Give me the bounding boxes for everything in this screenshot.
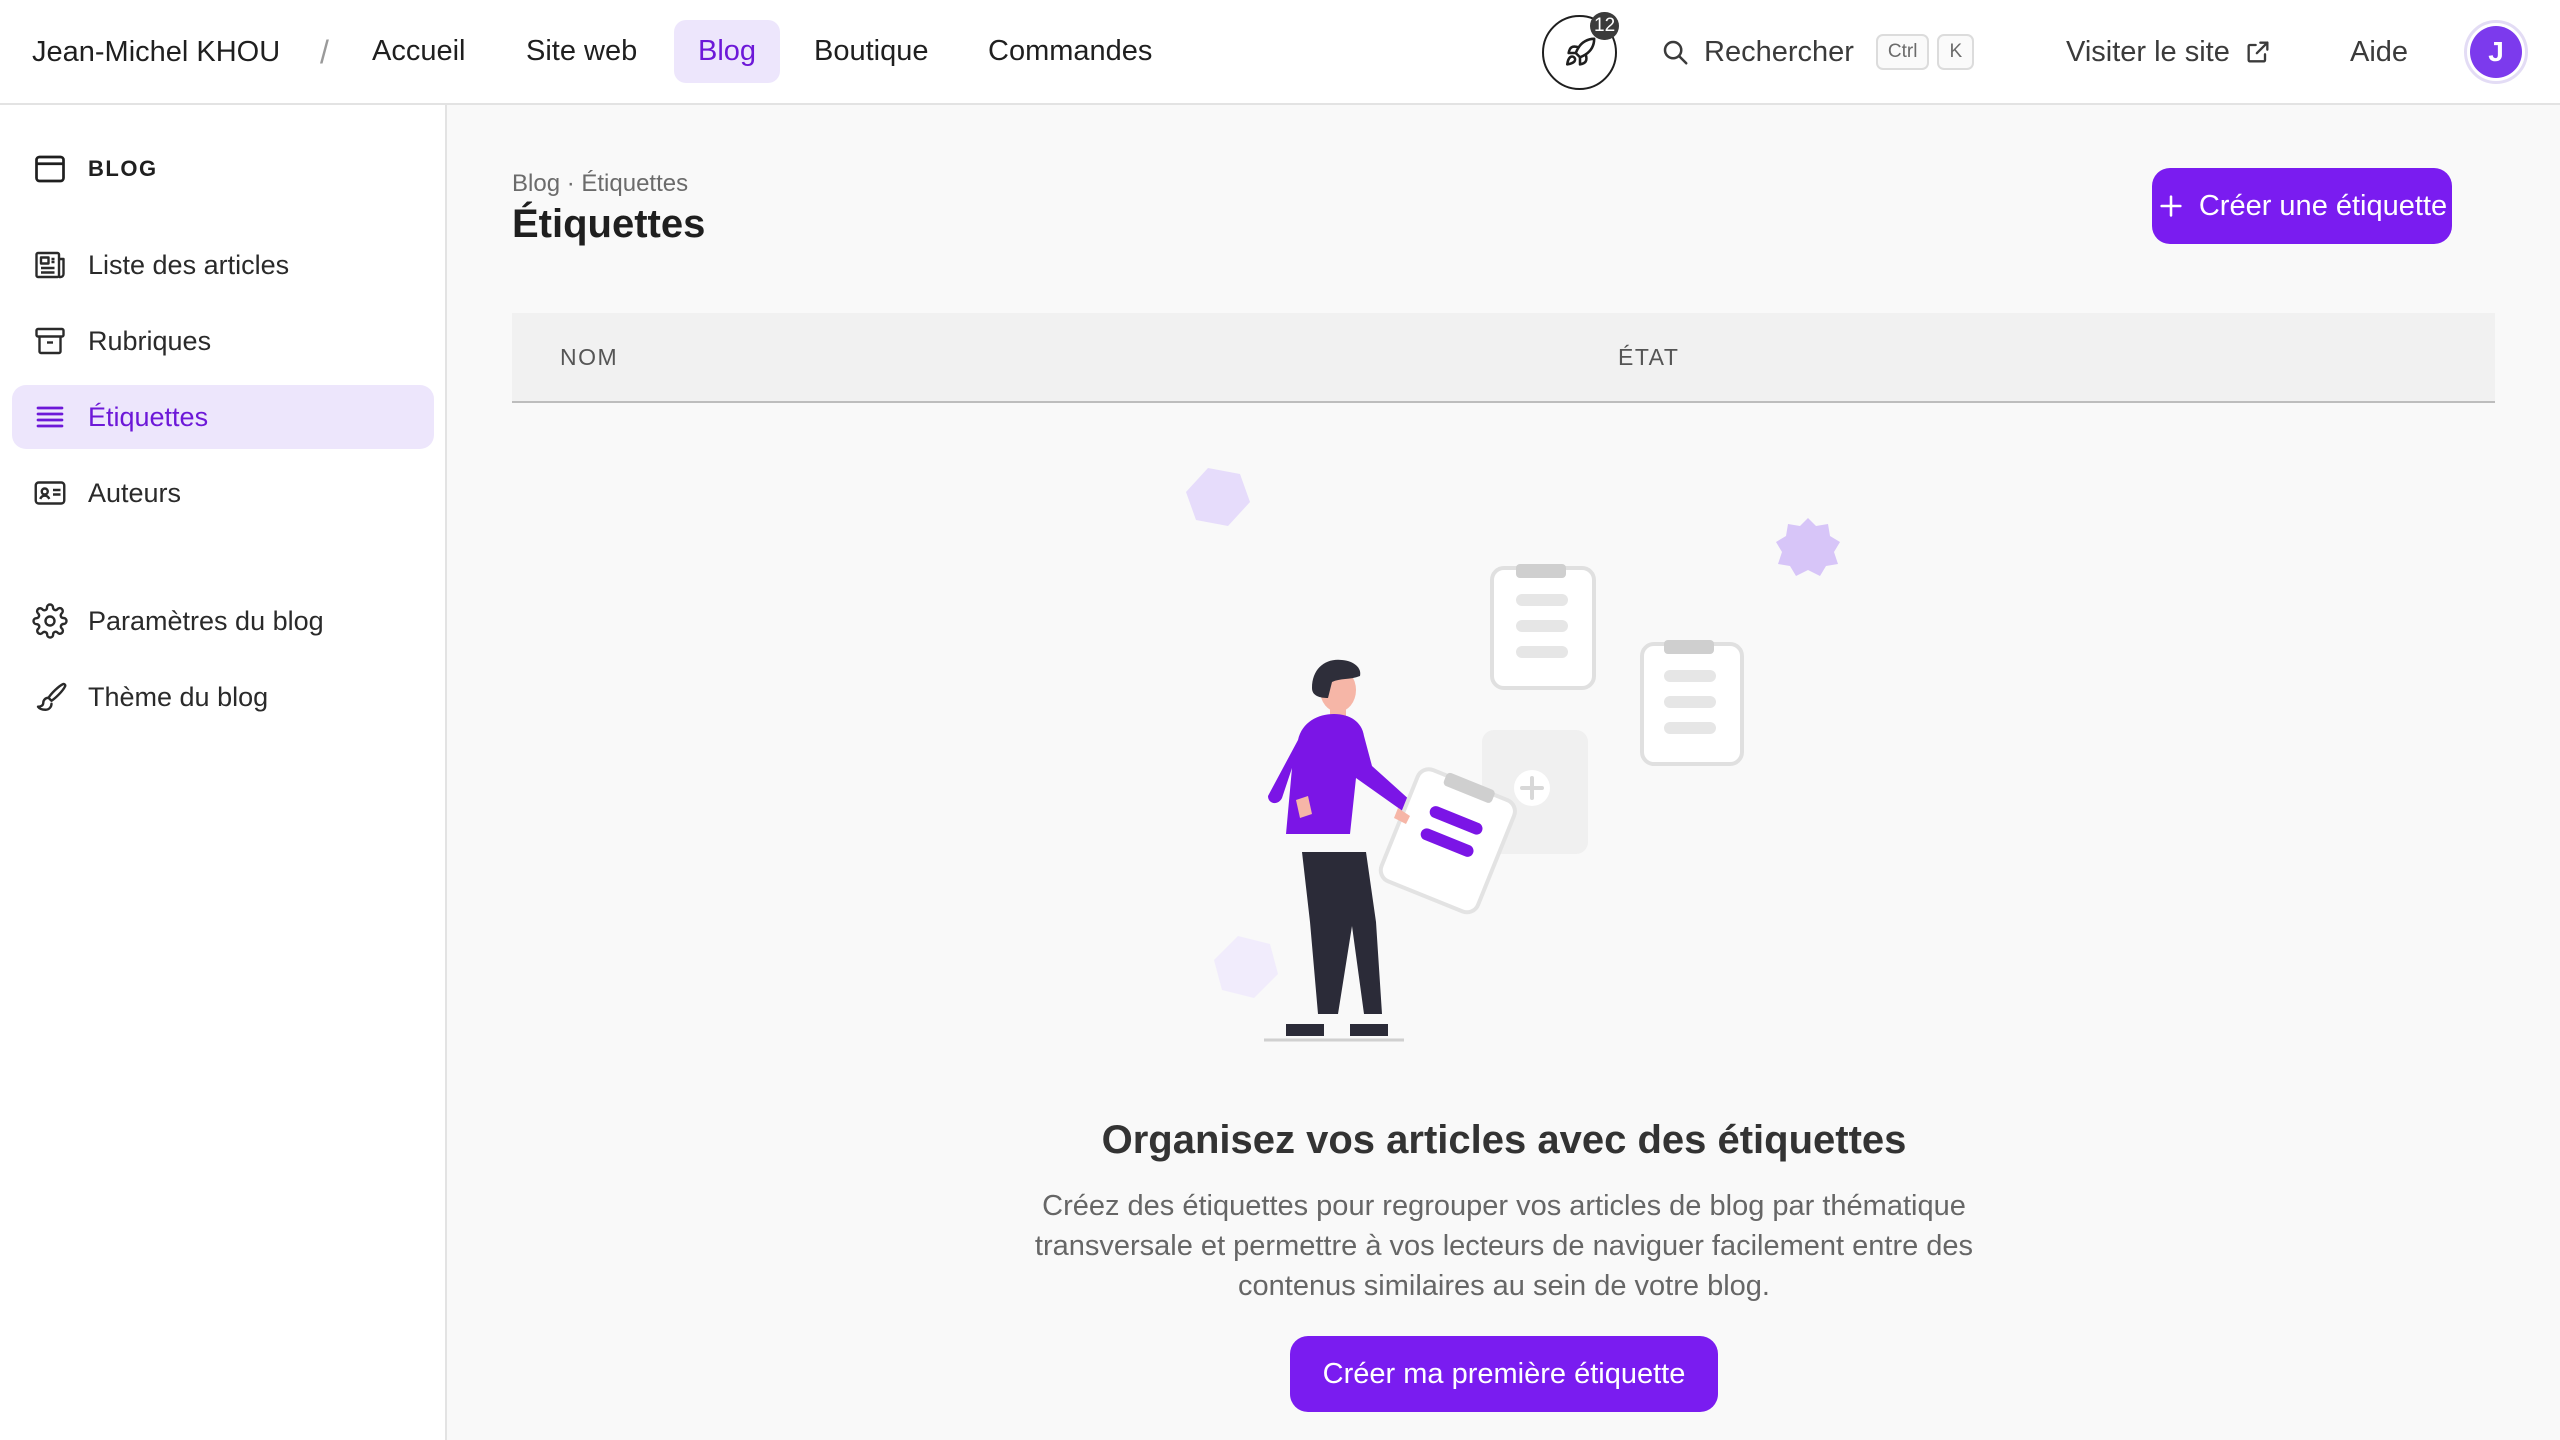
search-label: Rechercher — [1704, 35, 1854, 68]
nav-website[interactable]: Site web — [502, 20, 661, 83]
hexagon-shape — [1214, 936, 1278, 998]
visit-site-label: Visiter le site — [2066, 35, 2230, 68]
column-header-status[interactable]: ÉTAT — [1618, 313, 1679, 401]
external-link-icon — [2247, 41, 2269, 63]
visit-site-link[interactable]: Visiter le site — [2066, 28, 2272, 76]
empty-state-title: Organisez vos articles avec des étiquett… — [1101, 1118, 1907, 1162]
empty-state-illustration — [1186, 468, 1840, 1042]
sidebar-section-header: BLOG — [32, 151, 158, 187]
create-tag-label: Créer une étiquette — [2198, 189, 2448, 222]
nav-blog[interactable]: Blog — [674, 20, 781, 83]
avatar-initial: J — [2470, 26, 2522, 78]
sidebar-item-label: Auteurs — [88, 477, 182, 508]
clipboard-shape — [1490, 564, 1596, 690]
shortcut-key-ctrl: Ctrl — [1875, 34, 1930, 70]
id-card-icon — [34, 481, 66, 505]
list-lines-icon — [36, 406, 64, 428]
newspaper-icon — [35, 251, 65, 279]
badge-shape — [1776, 518, 1840, 576]
nav-orders[interactable]: Commandes — [964, 20, 1176, 83]
sidebar-item-label: Rubriques — [88, 325, 212, 356]
avatar[interactable]: J — [2464, 20, 2528, 84]
sidebar-item-tags[interactable]: Étiquettes — [12, 385, 434, 449]
breadcrumb-separator: / — [320, 34, 329, 70]
table-header: NOM ÉTAT — [512, 313, 2495, 403]
search-icon — [1663, 40, 1688, 65]
create-tag-button[interactable]: Créer une étiquette — [2152, 168, 2452, 244]
sidebar-item-blog-settings[interactable]: Paramètres du blog — [12, 589, 434, 653]
shortcut-key-k: K — [1937, 34, 1975, 70]
notification-badge: 12 — [1590, 12, 1620, 40]
nav-shop[interactable]: Boutique — [790, 20, 953, 83]
column-header-name[interactable]: NOM — [560, 313, 618, 401]
breadcrumb: Blog · Étiquettes — [512, 170, 689, 197]
hexagon-shape — [1186, 468, 1250, 526]
paintbrush-icon — [36, 682, 67, 711]
sidebar-section-title: BLOG — [88, 156, 158, 181]
empty-state-description: Créez des étiquettes pour regrouper vos … — [1034, 1190, 1974, 1302]
sidebar-item-label: Étiquettes — [88, 401, 209, 432]
create-first-tag-button[interactable]: Créer ma première étiquette — [1290, 1336, 1718, 1412]
sidebar-item-categories[interactable]: Rubriques — [12, 309, 434, 373]
top-bar: Jean-Michel KHOU / Accueil Site web Blog… — [0, 0, 2560, 105]
rocket-icon — [1565, 37, 1595, 66]
plus-icon — [2160, 195, 2182, 217]
clipboard-shape — [1640, 640, 1744, 766]
sidebar-item-label: Liste des articles — [88, 249, 290, 280]
help-link[interactable]: Aide — [2350, 28, 2408, 76]
nav-home[interactable]: Accueil — [348, 20, 490, 83]
sidebar: BLOG Liste des articles Rubriques Étique… — [0, 105, 447, 1440]
page-title: Étiquettes — [512, 202, 706, 246]
sidebar-item-label: Paramètres du blog — [88, 605, 324, 636]
sidebar-item-authors[interactable]: Auteurs — [12, 461, 434, 525]
sidebar-item-label: Thème du blog — [88, 681, 269, 712]
archive-box-icon — [35, 327, 65, 355]
account-name[interactable]: Jean-Michel KHOU — [32, 0, 280, 105]
search-trigger[interactable]: Rechercher Ctrl K — [1660, 28, 1975, 76]
gear-icon — [32, 603, 68, 639]
sidebar-item-articles[interactable]: Liste des articles — [12, 233, 434, 297]
browser-window-icon — [35, 155, 65, 183]
sidebar-item-blog-theme[interactable]: Thème du blog — [12, 665, 434, 729]
